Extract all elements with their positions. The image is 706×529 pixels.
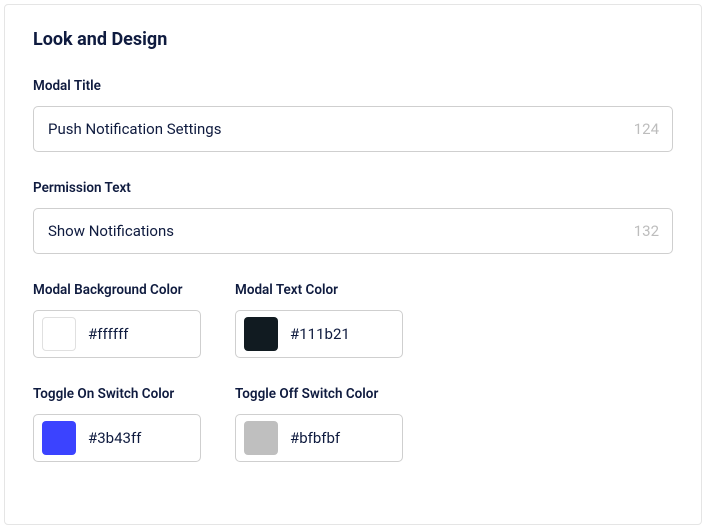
permission-text-field: Permission Text 132 [33, 180, 673, 254]
look-and-design-panel: Look and Design Modal Title 124 Permissi… [4, 4, 702, 525]
modal-bg-color-swatch [42, 317, 76, 351]
toggle-off-color-picker[interactable]: #bfbfbf [235, 414, 403, 462]
modal-bg-color-hex: #ffffff [88, 325, 129, 343]
color-row-2: Toggle On Switch Color #3b43ff Toggle Of… [33, 386, 673, 462]
modal-text-color-swatch [244, 317, 278, 351]
toggle-off-color-swatch [244, 421, 278, 455]
modal-bg-color-field: Modal Background Color #ffffff [33, 282, 201, 358]
toggle-on-color-hex: #3b43ff [88, 429, 141, 447]
modal-title-input[interactable] [33, 106, 673, 152]
color-row-1: Modal Background Color #ffffff Modal Tex… [33, 282, 673, 358]
permission-text-input[interactable] [33, 208, 673, 254]
modal-text-color-hex: #111b21 [290, 325, 350, 343]
toggle-on-color-picker[interactable]: #3b43ff [33, 414, 201, 462]
modal-text-color-label: Modal Text Color [235, 282, 403, 298]
permission-text-label: Permission Text [33, 180, 673, 196]
modal-title-field: Modal Title 124 [33, 78, 673, 152]
modal-title-input-wrapper: 124 [33, 106, 673, 152]
modal-bg-color-picker[interactable]: #ffffff [33, 310, 201, 358]
toggle-on-color-swatch [42, 421, 76, 455]
toggle-off-color-hex: #bfbfbf [290, 429, 340, 447]
toggle-on-color-label: Toggle On Switch Color [33, 386, 201, 402]
toggle-off-color-label: Toggle Off Switch Color [235, 386, 403, 402]
modal-text-color-picker[interactable]: #111b21 [235, 310, 403, 358]
permission-text-input-wrapper: 132 [33, 208, 673, 254]
toggle-off-color-field: Toggle Off Switch Color #bfbfbf [235, 386, 403, 462]
modal-bg-color-label: Modal Background Color [33, 282, 201, 298]
section-title: Look and Design [33, 29, 673, 50]
modal-text-color-field: Modal Text Color #111b21 [235, 282, 403, 358]
modal-title-label: Modal Title [33, 78, 673, 94]
toggle-on-color-field: Toggle On Switch Color #3b43ff [33, 386, 201, 462]
